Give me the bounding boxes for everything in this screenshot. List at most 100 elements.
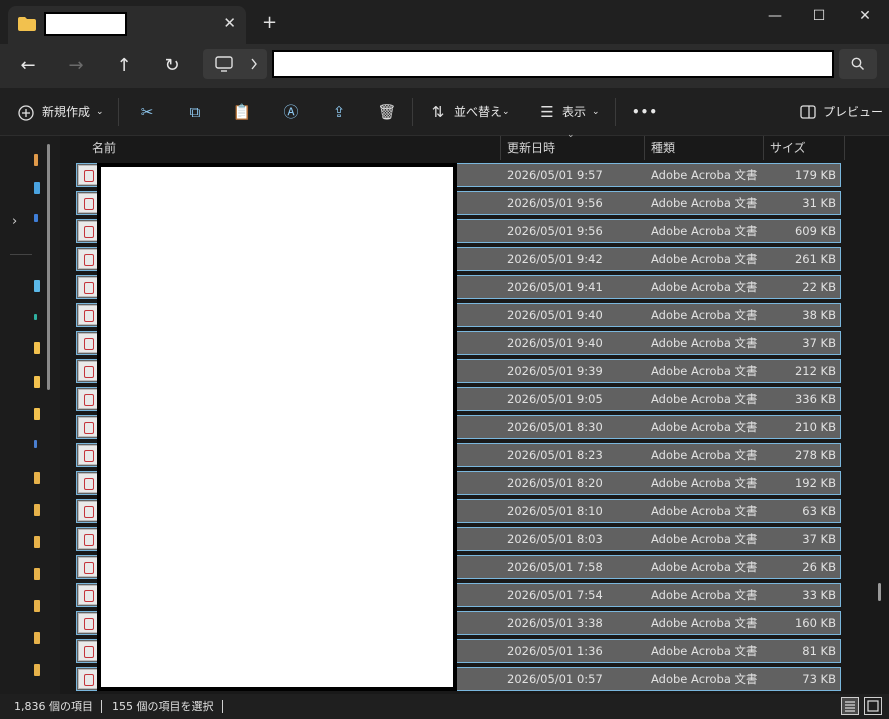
search-button[interactable] bbox=[839, 49, 877, 79]
column-size[interactable]: サイズ bbox=[770, 136, 806, 160]
sidebar-item-icon[interactable] bbox=[34, 182, 40, 194]
pdf-file-icon bbox=[78, 193, 98, 213]
new-button[interactable]: 新規作成 bbox=[42, 100, 90, 124]
sidebar-item-icon[interactable] bbox=[34, 440, 37, 448]
cell-size: 37 KB bbox=[802, 532, 836, 546]
preview-pane-icon bbox=[800, 105, 816, 119]
address-input[interactable] bbox=[272, 50, 834, 78]
sidebar-item-icon[interactable] bbox=[34, 154, 38, 166]
folder-icon[interactable] bbox=[34, 408, 40, 420]
cell-type: Adobe Acroba 文書 bbox=[651, 364, 758, 378]
cell-date: 2026/05/01 9:56 bbox=[507, 224, 603, 238]
cell-date: 2026/05/01 3:38 bbox=[507, 616, 603, 630]
pdf-file-icon bbox=[78, 557, 98, 577]
preview-button[interactable]: プレビュー bbox=[823, 100, 883, 124]
column-header: ⌄ 名前 更新日時 種類 サイズ bbox=[60, 130, 889, 160]
cell-size: 22 KB bbox=[802, 280, 836, 294]
drive-icon[interactable] bbox=[34, 632, 40, 644]
navigation-pane: › bbox=[0, 136, 60, 694]
cell-date: 2026/05/01 9:39 bbox=[507, 364, 603, 378]
cell-date: 2026/05/01 8:20 bbox=[507, 476, 603, 490]
cell-date: 2026/05/01 9:40 bbox=[507, 308, 603, 322]
view-button[interactable]: 表示 bbox=[562, 100, 586, 124]
cell-size: 37 KB bbox=[802, 336, 836, 350]
rename-icon[interactable]: Ⓐ bbox=[280, 101, 302, 123]
tab-current[interactable]: ✕ bbox=[8, 6, 246, 44]
more-options-button[interactable]: ••• bbox=[632, 100, 658, 124]
command-bar: 新規作成 ⌄ ✂ ⧉ 📋 Ⓐ ⇪ 🗑 ⇅ 並べ替え ⌄ ☰ 表示 ⌄ ••• プ… bbox=[0, 88, 889, 136]
cell-size: 63 KB bbox=[802, 504, 836, 518]
cell-size: 26 KB bbox=[802, 560, 836, 574]
share-icon[interactable]: ⇪ bbox=[328, 101, 350, 123]
cell-type: Adobe Acroba 文書 bbox=[651, 448, 758, 462]
copy-icon[interactable]: ⧉ bbox=[184, 101, 206, 123]
column-name[interactable]: 名前 bbox=[92, 136, 116, 160]
list-scrollbar[interactable] bbox=[878, 583, 881, 601]
column-divider[interactable] bbox=[500, 136, 501, 160]
drive-icon[interactable] bbox=[34, 568, 40, 580]
drive-icon[interactable] bbox=[34, 664, 40, 676]
plus-circle-icon bbox=[18, 105, 34, 121]
refresh-button[interactable]: ↻ bbox=[158, 52, 186, 80]
view-list-icon: ☰ bbox=[540, 103, 554, 121]
column-type[interactable]: 種類 bbox=[651, 136, 675, 160]
cell-size: 81 KB bbox=[802, 644, 836, 658]
cell-date: 2026/05/01 8:03 bbox=[507, 532, 603, 546]
cell-type: Adobe Acroba 文書 bbox=[651, 644, 758, 658]
up-button[interactable]: ↑ bbox=[110, 52, 138, 80]
details-view-button[interactable] bbox=[841, 697, 859, 715]
sidebar-item-icon[interactable] bbox=[34, 314, 37, 320]
sidebar-item-icon[interactable] bbox=[34, 214, 38, 222]
column-date[interactable]: 更新日時 bbox=[507, 136, 555, 160]
cell-date: 2026/05/01 9:40 bbox=[507, 336, 603, 350]
maximize-button[interactable]: ☐ bbox=[796, 6, 842, 26]
chevron-right-icon[interactable]: › bbox=[12, 214, 17, 229]
cell-date: 2026/05/01 7:54 bbox=[507, 588, 603, 602]
close-window-button[interactable]: ✕ bbox=[842, 6, 888, 26]
divider bbox=[101, 700, 102, 713]
cell-size: 278 KB bbox=[794, 448, 836, 462]
delete-icon[interactable]: 🗑 bbox=[376, 101, 398, 123]
paste-icon[interactable]: 📋 bbox=[231, 101, 253, 123]
cell-size: 179 KB bbox=[794, 168, 836, 182]
sidebar-scrollbar[interactable] bbox=[47, 144, 50, 390]
drive-icon[interactable] bbox=[34, 472, 40, 484]
redacted-name-column bbox=[97, 163, 457, 691]
sort-icon: ⇅ bbox=[431, 103, 445, 121]
cell-date: 2026/05/01 9:56 bbox=[507, 196, 603, 210]
divider bbox=[222, 700, 223, 713]
column-divider[interactable] bbox=[844, 136, 845, 160]
tiles-view-button[interactable] bbox=[864, 697, 882, 715]
back-button[interactable]: ← bbox=[14, 52, 42, 80]
folder-icon bbox=[18, 17, 36, 31]
folder-icon[interactable] bbox=[34, 376, 40, 388]
forward-button[interactable]: → bbox=[62, 52, 90, 80]
divider bbox=[118, 98, 119, 126]
cut-icon[interactable]: ✂ bbox=[136, 101, 158, 123]
cell-size: 192 KB bbox=[794, 476, 836, 490]
pdf-file-icon bbox=[78, 333, 98, 353]
pdf-file-icon bbox=[78, 361, 98, 381]
drive-icon[interactable] bbox=[34, 536, 40, 548]
sidebar-item-icon[interactable] bbox=[34, 280, 40, 292]
drive-icon[interactable] bbox=[34, 600, 40, 612]
sort-button[interactable]: 並べ替え bbox=[454, 100, 502, 124]
pdf-file-icon bbox=[78, 305, 98, 325]
column-divider[interactable] bbox=[644, 136, 645, 160]
drive-icon[interactable] bbox=[34, 504, 40, 516]
cell-type: Adobe Acroba 文書 bbox=[651, 280, 758, 294]
cell-size: 336 KB bbox=[794, 392, 836, 406]
tab-close-button[interactable]: ✕ bbox=[223, 13, 236, 33]
pdf-file-icon bbox=[78, 277, 98, 297]
new-tab-button[interactable]: + bbox=[262, 12, 277, 34]
folder-icon[interactable] bbox=[34, 342, 40, 354]
location-button[interactable] bbox=[203, 49, 267, 79]
cell-date: 2026/05/01 7:58 bbox=[507, 560, 603, 574]
cell-type: Adobe Acroba 文書 bbox=[651, 616, 758, 630]
column-divider[interactable] bbox=[763, 136, 764, 160]
minimize-button[interactable]: — bbox=[752, 6, 798, 26]
pdf-file-icon bbox=[78, 389, 98, 409]
chevron-right-icon bbox=[251, 58, 257, 70]
cell-size: 33 KB bbox=[802, 588, 836, 602]
cell-size: 160 KB bbox=[794, 616, 836, 630]
